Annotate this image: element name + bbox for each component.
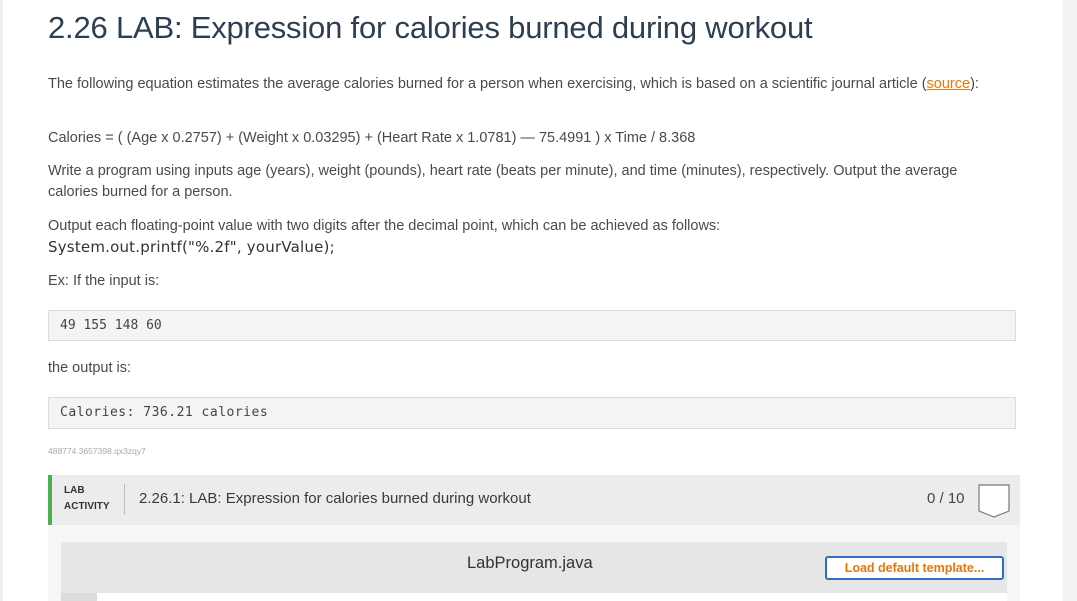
lab-activity-title: 2.26.1: LAB: Expression for calories bur… [139,490,531,507]
left-edge-divider [0,0,3,601]
instructions-text: Write a program using inputs age (years)… [48,163,958,200]
editor-filename: LabProgram.java [467,554,593,572]
code-example: System.out.printf("%.2f", yourValue); [48,238,335,256]
example-label: Ex: If the input is: [48,273,160,289]
intro-text-after: ): [970,76,979,92]
source-link[interactable]: source [927,76,971,92]
load-default-template-button[interactable]: Load default template... [825,556,1004,580]
editor-header: LabProgram.java Load default template... [61,542,1007,601]
lab-tag-line1: LAB [64,485,85,496]
lab-score: 0 / 10 [927,490,965,507]
intro-paragraph: The following equation estimates the ave… [48,74,1008,95]
intro-text-before: The following equation estimates the ave… [48,76,927,92]
code-editor[interactable] [61,593,1007,601]
lab-activity-header: LAB ACTIVITY 2.26.1: LAB: Expression for… [48,475,1020,525]
example-input-box: 49 155 148 60 [48,310,1016,341]
lab-editor-container: LabProgram.java Load default template... [48,525,1020,601]
format-note: Output each floating-point value with tw… [48,218,721,234]
lab-activity-tag: LAB ACTIVITY [64,483,110,515]
editor-line-gutter [61,593,97,601]
content-hash-id: 488774.3657398.qx3zqy7 [48,446,146,456]
lab-tag-line2: ACTIVITY [64,501,110,512]
lab-header-divider [124,484,125,515]
formula-text: Calories = ( (Age x 0.2757) + (Weight x … [48,130,696,146]
page-title: 2.26 LAB: Expression for calories burned… [48,10,813,45]
example-output-box: Calories: 736.21 calories [48,397,1016,429]
completion-badge-icon [978,484,1010,518]
page: 2.26 LAB: Expression for calories burned… [0,0,1063,601]
output-label: the output is: [48,360,132,376]
